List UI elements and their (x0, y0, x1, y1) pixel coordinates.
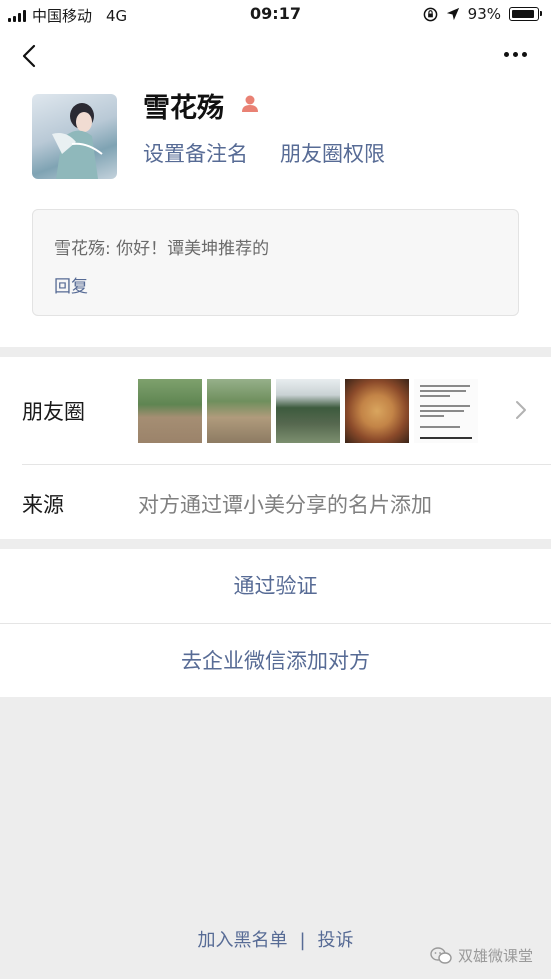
battery-percent: 93% (467, 5, 501, 23)
chevron-right-icon (516, 401, 526, 419)
friend-request-message-box: 雪花殇: 你好！谭美坤推荐的 回复 (32, 209, 519, 316)
request-message-text: 雪花殇: 你好！谭美坤推荐的 (54, 239, 270, 259)
source-label: 来源 (22, 493, 64, 517)
row-divider (22, 464, 551, 465)
status-right: 93% (423, 5, 542, 23)
action-section: 通过验证 去企业微信添加对方 (0, 549, 551, 697)
avatar[interactable] (32, 94, 117, 179)
moments-permission-link[interactable]: 朋友圈权限 (280, 138, 385, 168)
profile-section: 雪花殇 设置备注名 朋友圈权限 雪花殇: 你好！谭美坤推荐的 回复 (0, 30, 551, 347)
location-icon (446, 7, 459, 21)
orientation-lock-icon (423, 7, 437, 21)
reply-link[interactable]: 回复 (54, 272, 88, 297)
moments-thumbnail (345, 379, 409, 443)
add-via-wecom-button[interactable]: 去企业微信添加对方 (0, 624, 551, 698)
footer-separator: | (299, 930, 306, 951)
battery-icon (509, 7, 542, 21)
watermark-text: 双雄微课堂 (457, 947, 533, 965)
info-section: 朋友圈 来源 对方通过谭小美分享的名片添加 (0, 357, 551, 539)
watermark: 双雄微课堂 (430, 945, 533, 966)
report-link[interactable]: 投诉 (318, 930, 354, 951)
wechat-icon (430, 946, 452, 964)
moments-thumbnails (138, 379, 478, 443)
contact-nickname: 雪花殇 (143, 93, 224, 124)
female-icon (242, 95, 258, 112)
moments-thumbnail (276, 379, 340, 443)
moments-thumbnail (207, 379, 271, 443)
moments-thumbnail (138, 379, 202, 443)
more-options-icon[interactable] (504, 52, 527, 57)
moments-thumbnail (414, 379, 478, 443)
blacklist-link[interactable]: 加入黑名单 (197, 930, 287, 951)
battery-fill (511, 9, 534, 18)
set-remark-link[interactable]: 设置备注名 (143, 138, 248, 168)
source-value: 对方通过谭小美分享的名片添加 (138, 493, 432, 517)
approve-verification-button[interactable]: 通过验证 (0, 549, 551, 623)
back-arrow-icon[interactable] (18, 44, 42, 68)
status-bar: 中国移动 4G 09:17 93% (0, 0, 551, 30)
moments-label: 朋友圈 (22, 400, 85, 424)
